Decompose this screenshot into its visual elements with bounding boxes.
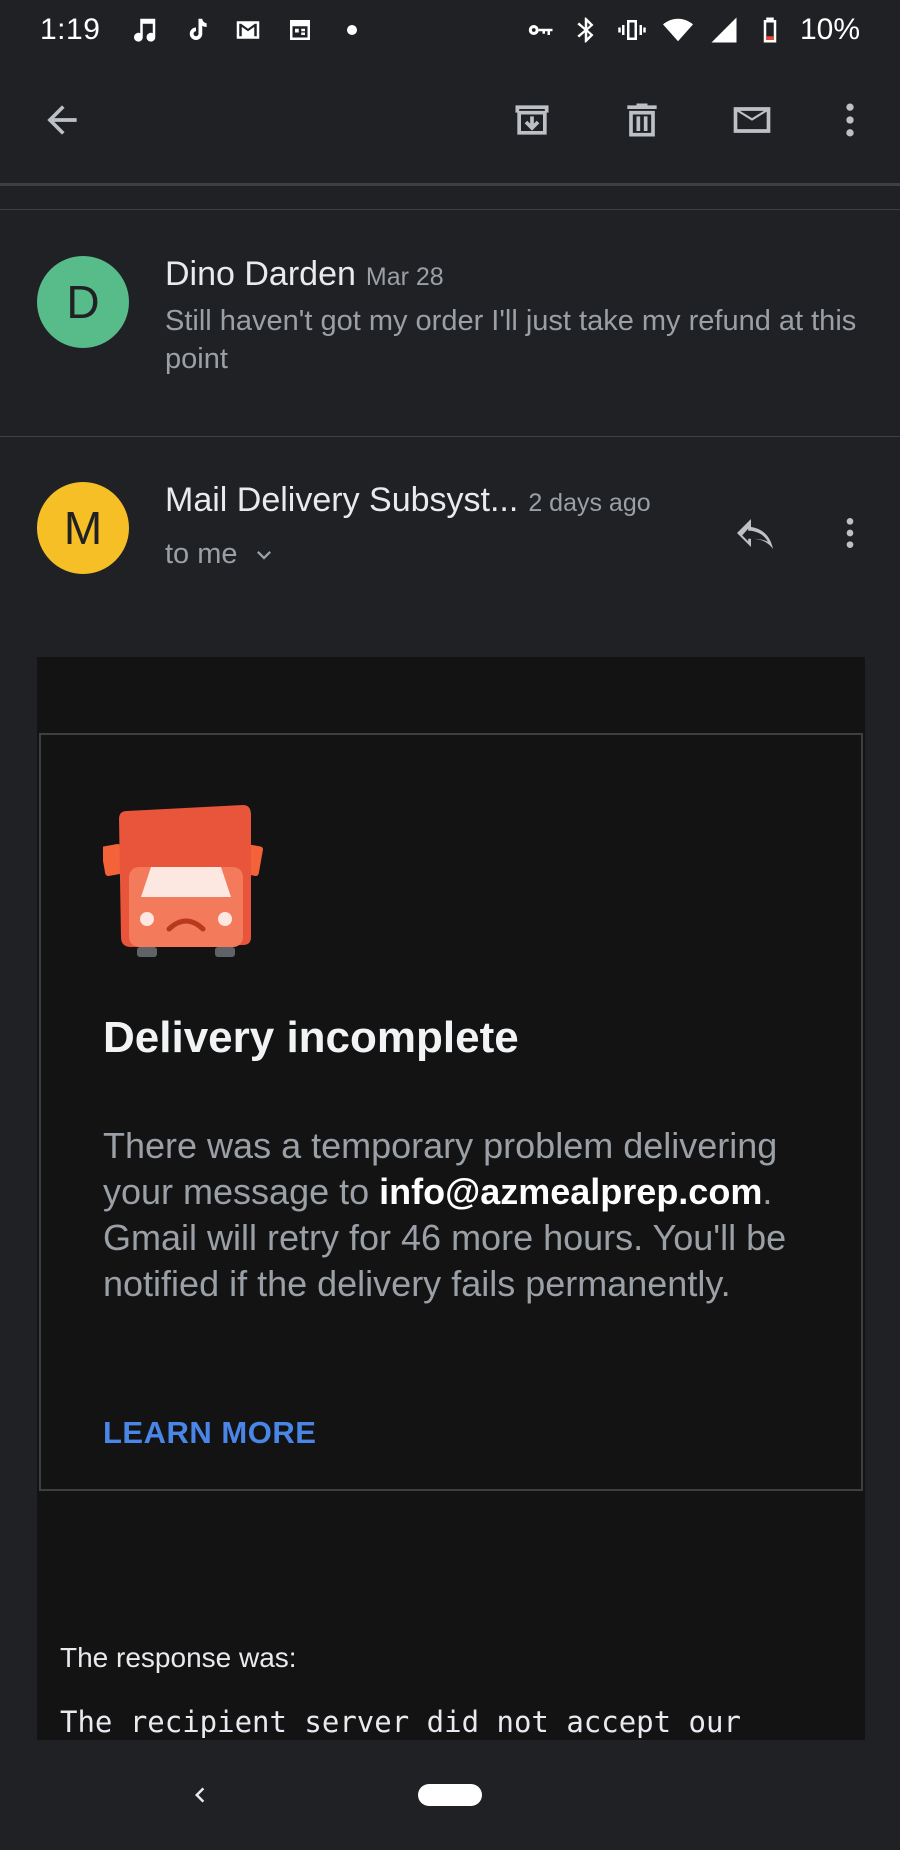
- reply-button[interactable]: [720, 498, 790, 568]
- recipient-address: info@azmealprep.com: [379, 1171, 763, 1212]
- back-arrow-icon: [47, 105, 77, 135]
- more-vert-icon: [846, 103, 854, 137]
- more-vert-icon: [846, 518, 854, 548]
- delete-button[interactable]: [610, 88, 674, 152]
- system-icons: 10%: [524, 13, 860, 47]
- response-text: The recipient server did not accept our: [60, 1705, 741, 1739]
- toolbar-divider: [0, 183, 900, 186]
- avatar[interactable]: D: [37, 256, 129, 348]
- card-message: There was a temporary problem delivering…: [103, 1123, 803, 1307]
- avatar[interactable]: M: [37, 482, 129, 574]
- tiktok-icon: [180, 14, 212, 46]
- truck-icon: [103, 805, 263, 957]
- signal-icon: [708, 14, 740, 46]
- learn-more-link[interactable]: LEARN MORE: [103, 1415, 316, 1451]
- vibrate-icon: [616, 14, 648, 46]
- archive-button[interactable]: [500, 88, 564, 152]
- response-label: The response was:: [60, 1642, 297, 1673]
- card-title: Delivery incomplete: [103, 1013, 519, 1062]
- notification-icons: [128, 14, 368, 46]
- dot-icon: [336, 14, 368, 46]
- bluetooth-icon: [570, 14, 602, 46]
- chevron-left-icon: [195, 1787, 205, 1803]
- sender-name: Mail Delivery Subsyst...: [165, 481, 519, 519]
- music-icon: [128, 14, 160, 46]
- message-date: Mar 28: [365, 263, 444, 291]
- gmail-icon: [232, 14, 264, 46]
- back-button[interactable]: [30, 88, 94, 152]
- battery-percentage: 10%: [799, 13, 860, 46]
- delivery-status-card: Delivery incomplete There was a temporar…: [39, 733, 863, 1491]
- delete-icon: [627, 103, 657, 137]
- mail-icon: [733, 107, 771, 133]
- status-time: 1:19: [40, 13, 101, 46]
- battery-icon: [754, 14, 786, 46]
- sender-line: Mail Delivery Subsyst... 2 days ago: [165, 481, 651, 520]
- message-date: 2 days ago: [528, 489, 651, 517]
- chevron-down-icon: [256, 550, 271, 560]
- message-more-button[interactable]: [820, 498, 880, 568]
- wifi-icon: [662, 14, 694, 46]
- more-options-button[interactable]: [818, 88, 882, 152]
- reply-icon: [737, 519, 773, 549]
- thread-divider: [0, 209, 900, 210]
- app-toolbar: [0, 60, 900, 180]
- nav-back-button[interactable]: [180, 1770, 220, 1820]
- nav-home-pill[interactable]: [418, 1784, 482, 1806]
- email-body: Delivery incomplete There was a temporar…: [37, 657, 865, 1740]
- archive-icon: [515, 105, 549, 135]
- calendar-icon: [284, 14, 316, 46]
- sender-line: Dino Darden Mar 28: [165, 255, 444, 294]
- system-nav-bar: [0, 1740, 900, 1850]
- recipient-label: to me: [165, 538, 238, 570]
- sender-name: Dino Darden: [165, 255, 356, 293]
- message-divider: [0, 436, 900, 437]
- recipient-details-toggle[interactable]: to me: [165, 538, 278, 571]
- vpn-key-icon: [524, 14, 556, 46]
- message-snippet: Still haven't got my order I'll just tak…: [165, 305, 857, 375]
- status-bar: 1:19 10%: [0, 0, 900, 60]
- mark-unread-button[interactable]: [720, 88, 784, 152]
